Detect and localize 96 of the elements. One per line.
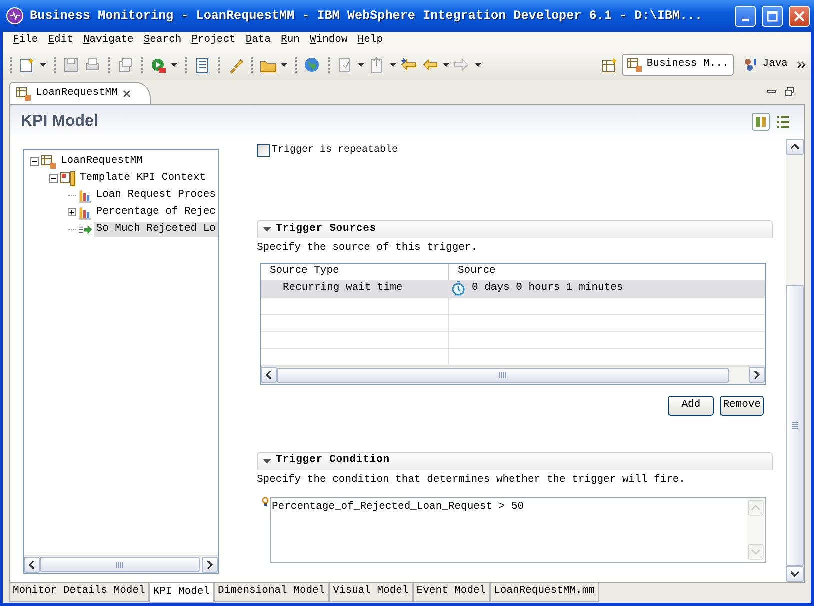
column-header[interactable]: Source: [448, 264, 765, 280]
menu-item[interactable]: Search: [138, 33, 187, 49]
page-tab[interactable]: Visual Model: [329, 583, 413, 602]
save-icon[interactable]: [63, 56, 80, 74]
tree-item[interactable]: Template KPI Context: [78, 170, 208, 186]
menu-item[interactable]: Navigate: [78, 33, 139, 49]
collapse-icon[interactable]: [49, 174, 58, 183]
bar-chart-icon: [78, 188, 92, 204]
maximize-icon: [767, 10, 778, 22]
print-icon[interactable]: [84, 56, 101, 74]
menu-item[interactable]: Edit: [43, 33, 78, 49]
maximize-button[interactable]: [762, 6, 783, 26]
column-header[interactable]: Source Type: [261, 264, 448, 280]
caret-icon[interactable]: [358, 63, 365, 67]
app-icon: [6, 7, 24, 25]
scroll-down-button[interactable]: [786, 566, 804, 582]
grip-icon: [499, 372, 507, 378]
menu-item[interactable]: File: [8, 33, 44, 49]
vertical-scrollbar[interactable]: [786, 139, 804, 582]
section-description: Specify the condition that determines whether the trigger will fire.: [257, 472, 686, 488]
scroll-left-button[interactable]: [261, 367, 277, 384]
stopwatch-icon: [451, 281, 466, 296]
collapse-icon[interactable]: [30, 157, 39, 166]
page-tab[interactable]: Monitor Details Model: [9, 583, 150, 602]
list-icon[interactable]: [774, 113, 792, 131]
collapse-triangle-icon[interactable]: [263, 456, 272, 466]
document-icon[interactable]: [194, 56, 211, 74]
grip-icon: [116, 562, 124, 568]
context-icon: [60, 170, 76, 186]
close-button[interactable]: [789, 6, 810, 26]
section-description: Specify the source of this trigger.: [257, 241, 479, 256]
model-icon: [626, 57, 643, 73]
minimize-icon: [742, 19, 749, 21]
collapse-triangle-icon[interactable]: [263, 225, 272, 234]
close-icon[interactable]: [122, 88, 132, 98]
model-icon: [16, 86, 32, 102]
perspective-button[interactable]: Java: [738, 54, 793, 76]
checkbox[interactable]: [257, 144, 270, 157]
horizontal-scrollbar[interactable]: [24, 555, 218, 573]
table-cell[interactable]: 0 days 0 hours 1 minutes: [448, 280, 765, 297]
scroll-thumb[interactable]: [40, 557, 200, 572]
close-icon: [794, 10, 805, 22]
caret-icon[interactable]: [475, 63, 482, 67]
section-header[interactable]: Trigger Condition: [257, 452, 773, 470]
tree-item[interactable]: Loan Request Proces: [94, 188, 218, 204]
minimize-button[interactable]: [735, 6, 756, 26]
properties-icon[interactable]: [117, 56, 134, 74]
page-tab[interactable]: LoanRequestMM.mm: [490, 583, 599, 602]
section-title: Trigger Sources: [276, 222, 377, 237]
scroll-thumb[interactable]: [277, 368, 729, 383]
bar-chart-icon: [78, 204, 92, 220]
horizontal-scrollbar[interactable]: [261, 366, 765, 384]
menu-item[interactable]: Help: [352, 33, 388, 49]
scroll-thumb[interactable]: [786, 285, 804, 566]
expand-icon[interactable]: [68, 208, 76, 217]
menu-item[interactable]: Data: [240, 33, 276, 49]
editor-tab[interactable]: LoanRequestMM: [9, 82, 151, 104]
scroll-up-button[interactable]: [786, 139, 804, 155]
java-icon: [742, 57, 759, 73]
columns-icon[interactable]: [752, 113, 770, 131]
run-icon[interactable]: [150, 56, 167, 74]
menu-item[interactable]: Window: [304, 33, 353, 49]
section-title: Trigger Condition: [276, 453, 390, 468]
globe-icon[interactable]: [304, 56, 321, 74]
caret-icon[interactable]: [281, 63, 288, 67]
tree-item[interactable]: So Much Rejceted Lo: [94, 222, 218, 238]
new-file-icon[interactable]: [19, 56, 36, 74]
window-title: Business Monitoring - LoanRequestMM - IBM WebSphere Integration Developer 6.1 - D:\IBM...: [30, 8, 704, 25]
table-cell[interactable]: Recurring wait time: [261, 280, 448, 297]
page-tab[interactable]: Dimensional Model: [214, 583, 330, 602]
page-title: KPI Model: [21, 112, 98, 132]
grip-icon: [792, 422, 798, 430]
menu-item[interactable]: Project: [186, 33, 241, 49]
section-header[interactable]: Trigger Sources: [257, 220, 773, 238]
action-button[interactable]: Add: [668, 396, 714, 416]
caret-icon[interactable]: [443, 63, 450, 67]
restore-icon[interactable]: [785, 87, 795, 97]
menu-item[interactable]: Run: [276, 33, 305, 49]
tree-item[interactable]: Percentage of Rejec: [94, 204, 218, 220]
tree-item[interactable]: LoanRequestMM: [59, 154, 145, 170]
checkbox-label: Trigger is repeatable: [272, 144, 398, 158]
page-tab[interactable]: Event Model: [412, 583, 490, 602]
scroll-right-button[interactable]: [202, 556, 218, 572]
scroll-left-button[interactable]: [24, 556, 40, 572]
lightbulb-icon: [262, 496, 269, 506]
perspective-button[interactable]: Business M...: [622, 54, 734, 76]
action-button[interactable]: Remove: [720, 396, 764, 416]
last-edit-icon[interactable]: [401, 56, 418, 74]
more-icon[interactable]: [797, 60, 807, 70]
scroll-right-button[interactable]: [749, 367, 765, 384]
caret-icon[interactable]: [40, 63, 47, 67]
caret-icon[interactable]: [171, 63, 178, 67]
open-perspective-icon[interactable]: [600, 56, 618, 74]
caret-icon[interactable]: [390, 63, 397, 67]
page-tab[interactable]: KPI Model: [149, 583, 214, 603]
model-icon: [41, 154, 57, 170]
